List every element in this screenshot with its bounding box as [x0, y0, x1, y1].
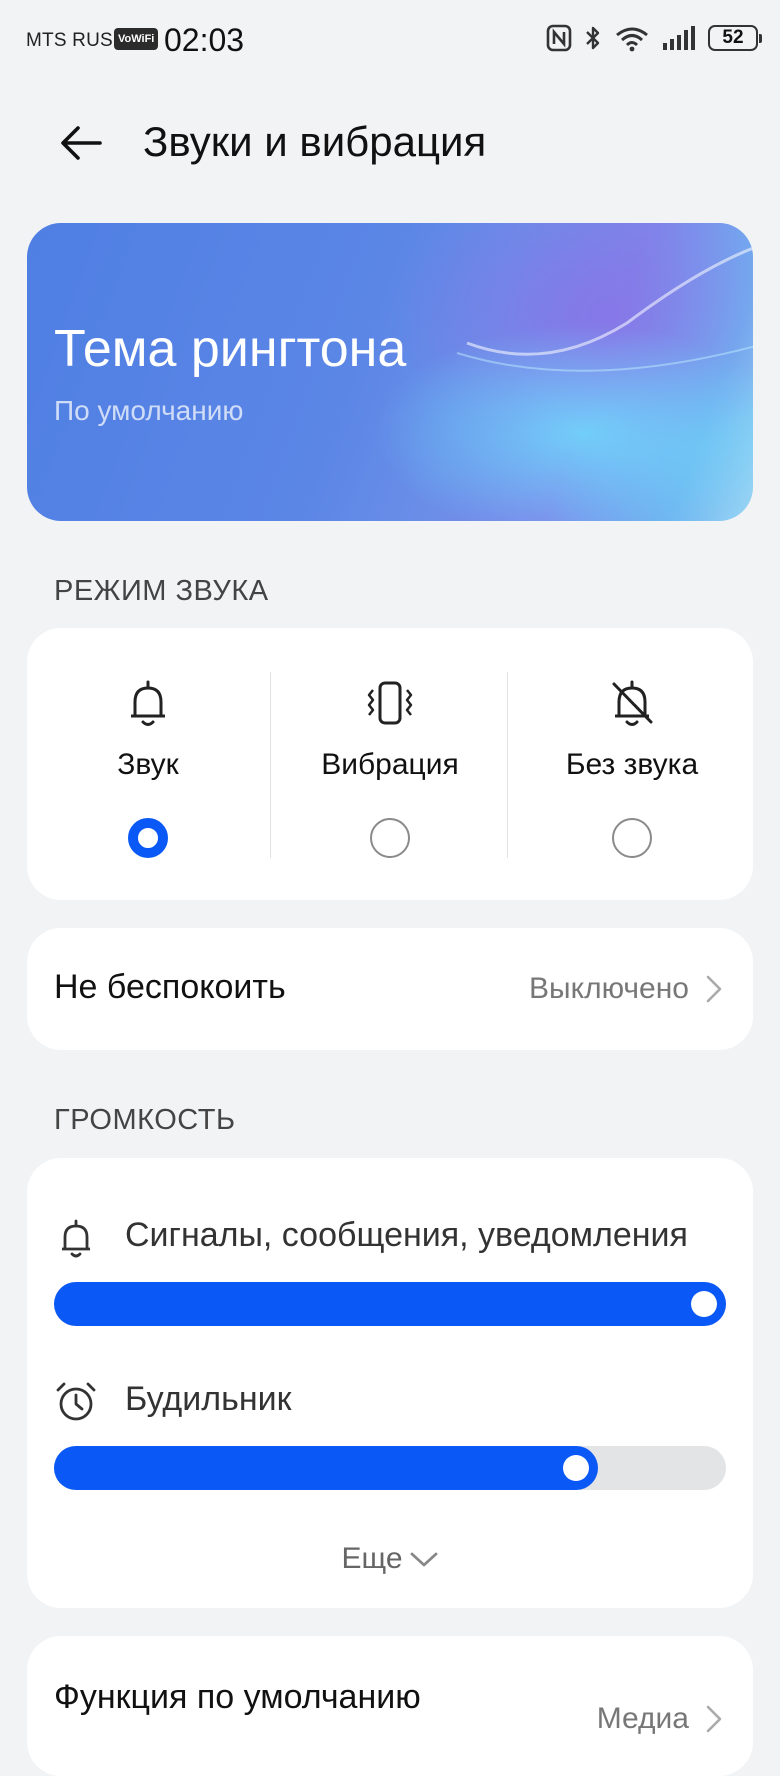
- alarm-volume-slider[interactable]: [54, 1446, 726, 1490]
- wifi-icon: [616, 27, 648, 52]
- default-function-label: Функция по умолчанию: [54, 1678, 421, 1716]
- sound-mode-section-label: РЕЖИМ ЗВУКА: [54, 575, 269, 607]
- status-bar: MTS RUS VoWiFi 02:03 52: [0, 0, 780, 84]
- slider-thumb[interactable]: [691, 1291, 717, 1317]
- bluetooth-icon: [586, 26, 600, 50]
- volume-card: Сигналы, сообщения, уведомления Будильни…: [27, 1158, 753, 1608]
- back-arrow-icon[interactable]: [56, 118, 106, 168]
- dnd-value: Выключено: [529, 972, 689, 1005]
- mode-radio-silent[interactable]: [612, 818, 652, 858]
- status-time: 02:03: [164, 22, 245, 58]
- slider-fill: [54, 1446, 599, 1490]
- more-button[interactable]: Еще: [27, 1542, 753, 1576]
- mode-option-silent[interactable]: Без звука: [511, 628, 753, 900]
- default-function-row[interactable]: Функция по умолчанию Медиа: [27, 1636, 753, 1776]
- mode-option-sound[interactable]: Звук: [27, 628, 269, 900]
- bell-icon: [62, 1219, 90, 1258]
- volume-section-label: ГРОМКОСТЬ: [54, 1104, 236, 1136]
- banner-title: Тема рингтона: [54, 320, 407, 378]
- vowifi-badge: VoWiFi: [114, 28, 159, 50]
- ringtone-theme-banner[interactable]: Тема рингтона По умолчанию: [27, 223, 753, 521]
- bell-off-icon: [612, 680, 653, 726]
- mode-label: Звук: [117, 748, 179, 781]
- carrier-name: MTS RUS: [26, 30, 113, 51]
- chevron-right-icon: [706, 1705, 722, 1733]
- sound-mode-card: Звук Вибрация Без звука: [27, 628, 753, 900]
- battery-level: 52: [722, 27, 744, 48]
- alarm-clock-icon: [56, 1382, 96, 1421]
- vibration-icon: [367, 681, 413, 725]
- dnd-label: Не беспокоить: [54, 968, 286, 1006]
- notifications-volume-label: Сигналы, сообщения, уведомления: [125, 1216, 688, 1254]
- do-not-disturb-row[interactable]: Не беспокоить Выключено: [27, 928, 753, 1050]
- mode-radio-sound[interactable]: [128, 818, 168, 858]
- alarm-volume-label: Будильник: [125, 1380, 292, 1418]
- chevron-down-icon: [410, 1552, 437, 1567]
- mode-divider: [270, 672, 271, 858]
- mode-option-vibration[interactable]: Вибрация: [269, 628, 511, 900]
- status-icons: 52: [546, 24, 762, 52]
- more-label: Еще: [341, 1542, 403, 1575]
- bell-icon: [131, 680, 165, 726]
- battery-icon: 52: [708, 25, 762, 51]
- nfc-icon: [546, 24, 572, 52]
- default-function-value: Медиа: [596, 1702, 689, 1735]
- signal-icon: [663, 26, 695, 50]
- mode-label: Без звука: [565, 748, 699, 781]
- notifications-volume-slider[interactable]: [54, 1282, 726, 1326]
- mode-divider: [507, 672, 508, 858]
- mode-label: Вибрация: [321, 748, 459, 781]
- mode-radio-vibration[interactable]: [370, 818, 410, 858]
- slider-fill: [54, 1282, 726, 1326]
- banner-subtitle: По умолчанию: [54, 395, 244, 426]
- chevron-right-icon: [706, 975, 722, 1003]
- page-title: Звуки и вибрация: [143, 118, 487, 165]
